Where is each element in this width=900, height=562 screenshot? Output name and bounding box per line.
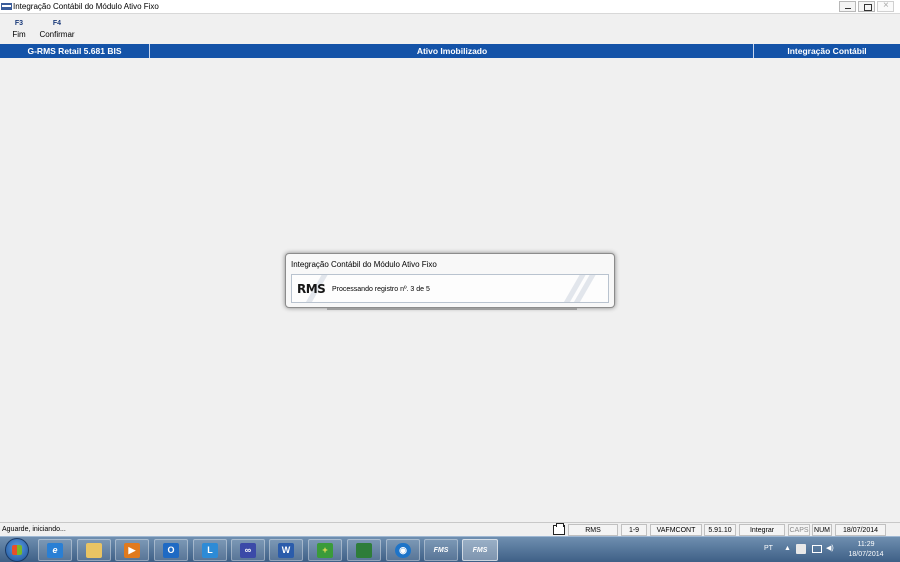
taskbar-app-lync[interactable]: L — [193, 539, 227, 561]
taskbar-app-medical[interactable]: + — [308, 539, 342, 561]
taskbar-app-explorer[interactable] — [77, 539, 111, 561]
progress-message: Processando registro nº. 3 de 5 — [332, 286, 430, 293]
taskbar-app-word[interactable]: W — [269, 539, 303, 561]
lync-icon: L — [202, 542, 218, 558]
taskbar-app-network[interactable]: ◉ — [386, 539, 420, 561]
dialog-title: Integração Contábil do Módulo Ativo Fixo — [291, 260, 437, 269]
module-name: Ativo Imobilizado — [416, 46, 488, 56]
window-titlebar: Integração Contábil do Módulo Ativo Fixo — [0, 0, 900, 14]
action-center-flag-icon[interactable] — [796, 544, 806, 554]
f3-fim-button[interactable]: F3 Fim — [6, 19, 32, 40]
taskbar-app-database[interactable] — [347, 539, 381, 561]
f4-confirmar-button[interactable]: F4 Confirmar — [38, 19, 76, 40]
network-app-icon: ◉ — [395, 542, 411, 558]
function-action-label: Fim — [12, 30, 26, 39]
volume-icon[interactable]: ◀) — [826, 544, 834, 562]
window-controls — [837, 0, 894, 12]
windows-taskbar: e ▶ O L ∞ W + ◉ FMS FMS PT ▲ ◀) 11:29 18… — [0, 536, 900, 562]
word-icon: W — [278, 542, 294, 558]
progress-bar-track — [327, 308, 577, 310]
status-program: VAFMCONT — [650, 524, 702, 536]
file-explorer-icon — [86, 542, 102, 558]
function-key-label: F3 — [14, 20, 24, 27]
status-message: Aguarde, iniciando... — [2, 526, 66, 533]
start-button[interactable] — [5, 538, 29, 562]
screen-name: Integração Contábil — [753, 44, 900, 58]
show-hidden-icons-button[interactable]: ▲ — [784, 545, 791, 562]
taskbar-app-fms-2[interactable]: FMS — [462, 539, 498, 561]
status-date: 18/07/2014 — [835, 524, 886, 536]
function-key-toolbar: F3 Fim F4 Confirmar — [0, 15, 900, 44]
network-tray-icon[interactable] — [812, 545, 822, 553]
clipboard-icon[interactable] — [553, 523, 565, 535]
progress-dialog: Integração Contábil do Módulo Ativo Fixo… — [285, 253, 615, 308]
status-version: 5.91.10 — [704, 524, 736, 536]
status-caps: CAPS — [788, 524, 810, 536]
rms-app-icon — [1, 3, 12, 10]
taskbar-app-ie[interactable]: e — [38, 539, 72, 561]
clock-time: 11:29 — [857, 541, 875, 548]
internet-explorer-icon: e — [47, 542, 63, 558]
minimize-button[interactable] — [839, 1, 856, 12]
outlook-icon: O — [163, 542, 179, 558]
module-header-band: G-RMS Retail 5.681 BIS Ativo Imobilizado… — [0, 44, 900, 58]
rms-logo: RMS — [297, 282, 326, 296]
close-button[interactable] — [877, 0, 894, 12]
function-action-label: Confirmar — [39, 30, 75, 39]
fms-app-icon: FMS — [433, 546, 449, 554]
status-mode: Integrar — [739, 524, 785, 536]
taskbar-app-fms-1[interactable]: FMS — [424, 539, 458, 561]
clock-date: 18/07/2014 — [848, 551, 884, 558]
function-key-label: F4 — [52, 20, 62, 27]
status-system: RMS — [568, 524, 618, 536]
status-range: 1-9 — [621, 524, 647, 536]
maximize-button[interactable] — [858, 1, 875, 12]
status-num: NUM — [812, 524, 832, 536]
window-title: Integração Contábil do Módulo Ativo Fixo — [13, 2, 159, 11]
language-indicator[interactable]: PT — [764, 545, 773, 562]
taskbar-app-infinity[interactable]: ∞ — [231, 539, 265, 561]
product-version: G-RMS Retail 5.681 BIS — [0, 44, 150, 58]
status-bar: Aguarde, iniciando... RMS 1-9 VAFMCONT 5… — [0, 522, 900, 536]
medical-app-icon: + — [317, 542, 333, 558]
infinity-app-icon: ∞ — [240, 542, 256, 558]
taskbar-app-media[interactable]: ▶ — [115, 539, 149, 561]
database-app-icon — [356, 542, 372, 558]
system-clock[interactable]: 11:29 18/07/2014 — [841, 540, 891, 560]
dialog-body: RMS Processando registro nº. 3 de 5 — [291, 274, 609, 303]
media-player-icon: ▶ — [124, 542, 140, 558]
taskbar-app-outlook[interactable]: O — [154, 539, 188, 561]
fms-app-icon: FMS — [472, 546, 488, 554]
